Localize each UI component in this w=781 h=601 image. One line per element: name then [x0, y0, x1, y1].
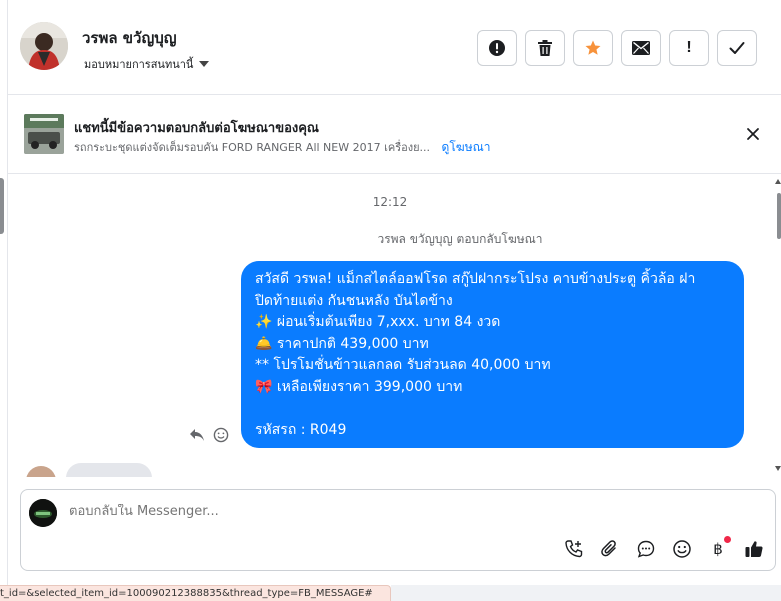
alert-circle-icon: [489, 40, 505, 56]
conversation-toolbar: !: [477, 30, 757, 66]
url-status-bar: t_id=&selected_item_id=100090212388835&t…: [0, 585, 391, 601]
check-icon: [729, 42, 745, 54]
message-thread[interactable]: 12:12 วรพล ขวัญบุญ ตอบกลับโฆษณา สวัสดี ว…: [8, 175, 772, 477]
reply-button[interactable]: [189, 427, 205, 447]
thumbs-up-icon: [745, 541, 763, 557]
scrollbar-thumb[interactable]: [777, 193, 781, 239]
bottom-strip: [391, 585, 781, 601]
smiley-icon: [213, 427, 229, 443]
trash-icon: [538, 40, 552, 56]
scroll-up-arrow-icon[interactable]: [775, 179, 781, 184]
delete-button[interactable]: [525, 30, 565, 66]
ad-reply-banner: แชทนี้มีข้อความตอบกลับต่อโฆษณาของคุณ รถก…: [8, 96, 781, 174]
left-scroll-handle[interactable]: [0, 178, 4, 234]
call-button[interactable]: [563, 538, 585, 560]
outgoing-message-bubble[interactable]: สวัสดี วรพล! แม็กสไตล์ออฟโรด สกู๊ปฝากระโ…: [241, 261, 744, 448]
message-line: ปิดท้ายแต่ง กันชนหลัง บันไดข้าง: [255, 292, 453, 309]
message-line: 🛎️ ราคาปกติ 439,000 บาท: [255, 335, 429, 352]
paperclip-icon: [601, 540, 616, 557]
payment-button[interactable]: ฿: [707, 536, 731, 560]
exclamation-icon: !: [686, 39, 692, 56]
left-panel-edge: [0, 0, 8, 601]
incoming-message-bubble[interactable]: [66, 463, 152, 477]
assign-dropdown[interactable]: มอบหมายการสนทนานี้: [84, 55, 210, 73]
thread-scrollbar[interactable]: [773, 175, 781, 477]
like-button[interactable]: [743, 538, 765, 560]
attach-button[interactable]: [599, 538, 621, 560]
contact-avatar-small: [26, 466, 56, 477]
smiley-icon: [673, 540, 691, 558]
ad-description-text: รถกระบะชุดแต่งจัดเต็มรอบคัน FORD RANGER …: [74, 141, 431, 154]
page-avatar: [29, 499, 57, 527]
contact-name[interactable]: วรพล ขวัญบุญ: [82, 26, 177, 50]
message-line: รหัสรถ : R049: [255, 421, 347, 438]
done-button[interactable]: [717, 30, 757, 66]
star-icon: [585, 40, 601, 55]
follow-up-button[interactable]: !: [669, 30, 709, 66]
spam-button[interactable]: [477, 30, 517, 66]
baht-icon: ฿: [713, 540, 723, 558]
ad-reply-note: วรพล ขวัญบุญ ตอบกลับโฆษณา: [377, 232, 543, 246]
emoji-button[interactable]: [671, 538, 693, 560]
close-banner-button[interactable]: [745, 126, 761, 142]
message-timestamp: 12:12: [372, 195, 408, 209]
view-ad-link[interactable]: ดูโฆษณา: [442, 140, 491, 154]
message-line: ✨ ผ่อนเริ่มต้นเพียง 7,xxx. บาท 84 งวด: [255, 314, 501, 330]
reply-input[interactable]: [69, 504, 669, 519]
composer-toolbar: ฿: [563, 536, 765, 560]
mark-unread-button[interactable]: [621, 30, 661, 66]
ad-thumbnail[interactable]: [24, 114, 64, 154]
message-line: ** โปรโมชั่นข้าวแลกลด รับส่วนลด 40,000 บ…: [255, 357, 551, 373]
close-icon: [747, 128, 759, 140]
chevron-down-icon: [199, 61, 210, 67]
react-button[interactable]: [213, 427, 229, 447]
conversation-header: วรพล ขวัญบุญ มอบหมายการสนทนานี้ !: [8, 0, 781, 95]
ad-banner-description: รถกระบะชุดแต่งจัดเต็มรอบคัน FORD RANGER …: [74, 138, 490, 157]
contact-avatar[interactable]: [20, 22, 68, 70]
message-line: 🎀 เหลือเพียงราคา 399,000 บาท: [255, 378, 463, 395]
envelope-icon: [632, 41, 650, 55]
scroll-down-arrow-icon[interactable]: [775, 466, 781, 471]
message-composer: ฿: [20, 489, 776, 571]
assign-label: มอบหมายการสนทนานี้: [84, 58, 194, 71]
chat-bubble-icon: [637, 540, 655, 558]
star-button[interactable]: [573, 30, 613, 66]
phone-plus-icon: [565, 540, 583, 558]
message-actions: [189, 427, 229, 447]
ad-banner-title: แชทนี้มีข้อความตอบกลับต่อโฆษณาของคุณ: [74, 121, 319, 136]
notification-dot: [724, 536, 731, 543]
saved-replies-button[interactable]: [635, 538, 657, 560]
reply-arrow-icon: [190, 429, 204, 441]
message-line: สวัสดี วรพล! แม็กสไตล์ออฟโรด สกู๊ปฝากระโ…: [255, 271, 696, 287]
